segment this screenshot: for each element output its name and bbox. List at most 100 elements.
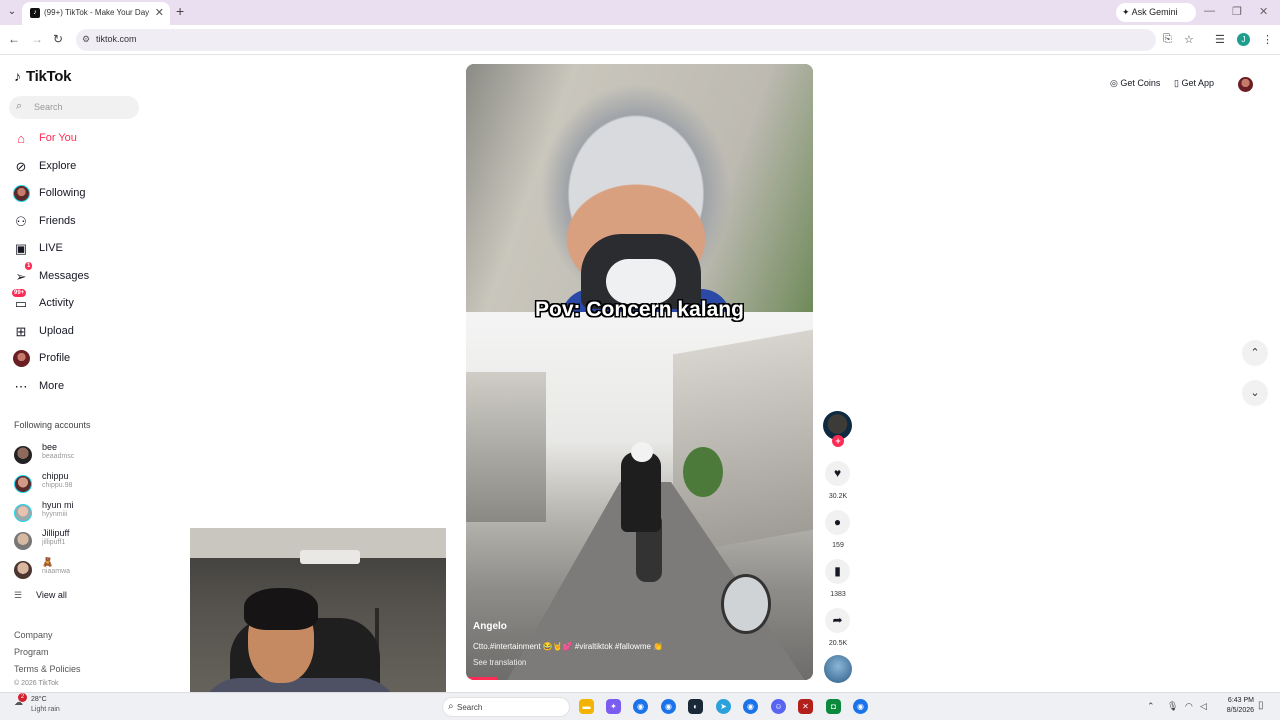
chat-app-icon[interactable]: ◘: [826, 699, 841, 714]
tray-chevron-icon[interactable]: ⌃: [1147, 701, 1155, 712]
video-mirror: [721, 574, 771, 634]
reload-icon[interactable]: ↻: [53, 32, 63, 46]
next-video-button[interactable]: ⌄: [1242, 380, 1268, 406]
site-settings-icon[interactable]: ⚙: [82, 34, 90, 45]
heart-icon: ♥: [833, 466, 842, 480]
footer-link-terms[interactable]: Terms & Policies: [14, 664, 81, 674]
nav-more[interactable]: ⋯ More: [12, 377, 152, 397]
notification-icon[interactable]: ▯: [1258, 700, 1264, 711]
search-input[interactable]: ⌕ Search: [9, 96, 139, 119]
nav-explore[interactable]: ⊘ Explore: [12, 157, 152, 177]
close-window-icon[interactable]: ✕: [1259, 5, 1268, 18]
video-player[interactable]: Pov: Concern kalang Angelo Ctto.#interta…: [466, 64, 813, 680]
music-disc[interactable]: [824, 655, 852, 683]
account-handle: hyynmiii: [42, 511, 68, 518]
new-tab-button[interactable]: +: [176, 3, 184, 19]
copilot-icon[interactable]: ✦: [606, 699, 621, 714]
tab-list-icon[interactable]: ⌄: [4, 4, 20, 20]
microphone-icon[interactable]: 🎙: [1167, 701, 1178, 712]
ask-gemini-button[interactable]: ✦ Ask Gemini: [1116, 3, 1196, 22]
account-name: Jillipuff: [42, 528, 70, 538]
previous-video-button[interactable]: ⌃: [1242, 340, 1268, 366]
nav-label: Upload: [39, 325, 74, 337]
browser-profile-avatar[interactable]: J: [1237, 33, 1250, 46]
account-avatar: [14, 446, 32, 464]
volume-icon[interactable]: ◁: [1200, 701, 1207, 712]
chrome-icon-3[interactable]: ◉: [743, 699, 758, 714]
browser-tab[interactable]: ♪ (99+) TikTok - Make Your Day ✕: [22, 2, 170, 25]
share-count: 20.5K: [828, 640, 848, 647]
like-button[interactable]: ♥: [825, 461, 850, 486]
chrome-icon-4[interactable]: ◉: [853, 699, 868, 714]
account-item[interactable]: Jillipuff jillipuff1: [14, 528, 144, 554]
friends-icon: ⚇: [15, 214, 27, 229]
account-name: bee: [42, 442, 58, 452]
nav-label: Friends: [39, 215, 76, 227]
close-tab-icon[interactable]: ✕: [155, 6, 164, 19]
video-progress-bar[interactable]: [466, 677, 498, 680]
get-app-button[interactable]: ▯ Get App: [1174, 78, 1214, 89]
extensions-icon[interactable]: ☰: [1215, 33, 1225, 46]
like-count: 30.2K: [828, 493, 848, 500]
video-author[interactable]: Angelo: [473, 621, 507, 632]
messages-badge: 1: [25, 262, 33, 270]
file-explorer-icon[interactable]: ▬: [579, 699, 594, 714]
nav-for-you[interactable]: ⌂ For You: [12, 129, 152, 149]
forward-arrow-icon[interactable]: →: [31, 32, 43, 46]
clock-time[interactable]: 6:43 PM: [1222, 697, 1254, 704]
comment-button[interactable]: ●: [825, 510, 850, 535]
nav-following[interactable]: Following: [12, 184, 152, 204]
following-accounts-title: Following accounts: [14, 420, 91, 430]
nav-friends[interactable]: ⚇ Friends: [12, 212, 152, 232]
install-app-icon[interactable]: ⎘: [1163, 33, 1172, 46]
nav-profile[interactable]: Profile: [12, 349, 152, 369]
weather-temp: 28°C: [31, 696, 47, 703]
nav-upload[interactable]: ⊞ Upload: [12, 322, 152, 342]
user-avatar[interactable]: [1238, 77, 1253, 92]
telegram-icon[interactable]: ➤: [716, 699, 731, 714]
account-item[interactable]: chippu chippu.98: [14, 471, 144, 497]
list-icon: ☰: [14, 590, 23, 600]
account-item[interactable]: bee beaadmsc: [14, 442, 144, 468]
video-rider-helmet: [631, 442, 653, 462]
tiktok-logo[interactable]: ♪ TikTok: [14, 68, 71, 85]
footer-link-program[interactable]: Program: [14, 647, 49, 657]
share-button[interactable]: ➦: [825, 608, 850, 633]
account-item[interactable]: 🧸 niaamwa: [14, 557, 144, 583]
back-arrow-icon[interactable]: ←: [8, 32, 20, 46]
nav-label: More: [39, 380, 65, 392]
home-icon: ⌂: [17, 131, 25, 146]
inbox-icon: ▭: [14, 296, 28, 311]
bookmark-star-icon[interactable]: ☆: [1184, 33, 1194, 46]
get-app-label: Get App: [1181, 78, 1214, 88]
chevron-up-icon: ⌃: [1250, 347, 1260, 359]
get-coins-button[interactable]: ◎ Get Coins: [1110, 78, 1160, 89]
search-placeholder: Search: [34, 102, 63, 112]
url-field[interactable]: ⚙ tiktok.com: [76, 29, 1156, 51]
see-translation-link[interactable]: See translation: [473, 658, 526, 667]
wifi-icon[interactable]: ◠: [1185, 701, 1193, 712]
dota-icon[interactable]: ✕: [798, 699, 813, 714]
save-button[interactable]: ▮: [825, 559, 850, 584]
discord-icon[interactable]: ☺: [771, 699, 786, 714]
view-all-link[interactable]: ☰ View all: [14, 590, 67, 601]
chrome-icon-2[interactable]: ◉: [661, 699, 676, 714]
browser-menu-icon[interactable]: ⋮: [1262, 33, 1273, 46]
account-item[interactable]: hyun mi hyynmiii: [14, 500, 144, 526]
nav-activity[interactable]: ▭ 99+ Activity: [12, 289, 152, 314]
follow-plus-icon[interactable]: +: [832, 435, 844, 447]
minimize-icon[interactable]: —: [1204, 5, 1215, 17]
search-icon: ⌕: [16, 100, 23, 112]
search-icon: ⌕: [448, 701, 454, 712]
maximize-icon[interactable]: ❐: [1232, 5, 1242, 18]
nav-live[interactable]: ▣ LIVE: [12, 239, 152, 259]
video-wall-left: [466, 372, 546, 522]
video-frame-top: [466, 64, 813, 319]
chrome-icon[interactable]: ◉: [633, 699, 648, 714]
account-handle: jillipuff1: [42, 539, 66, 546]
taskbar-search[interactable]: ⌕ Search: [442, 697, 570, 717]
steam-icon[interactable]: ◐: [688, 699, 703, 714]
footer-link-company[interactable]: Company: [14, 630, 53, 640]
clock-date[interactable]: 8/5/2026: [1216, 707, 1254, 714]
nav-messages[interactable]: ➢ 1 Messages: [12, 262, 152, 287]
